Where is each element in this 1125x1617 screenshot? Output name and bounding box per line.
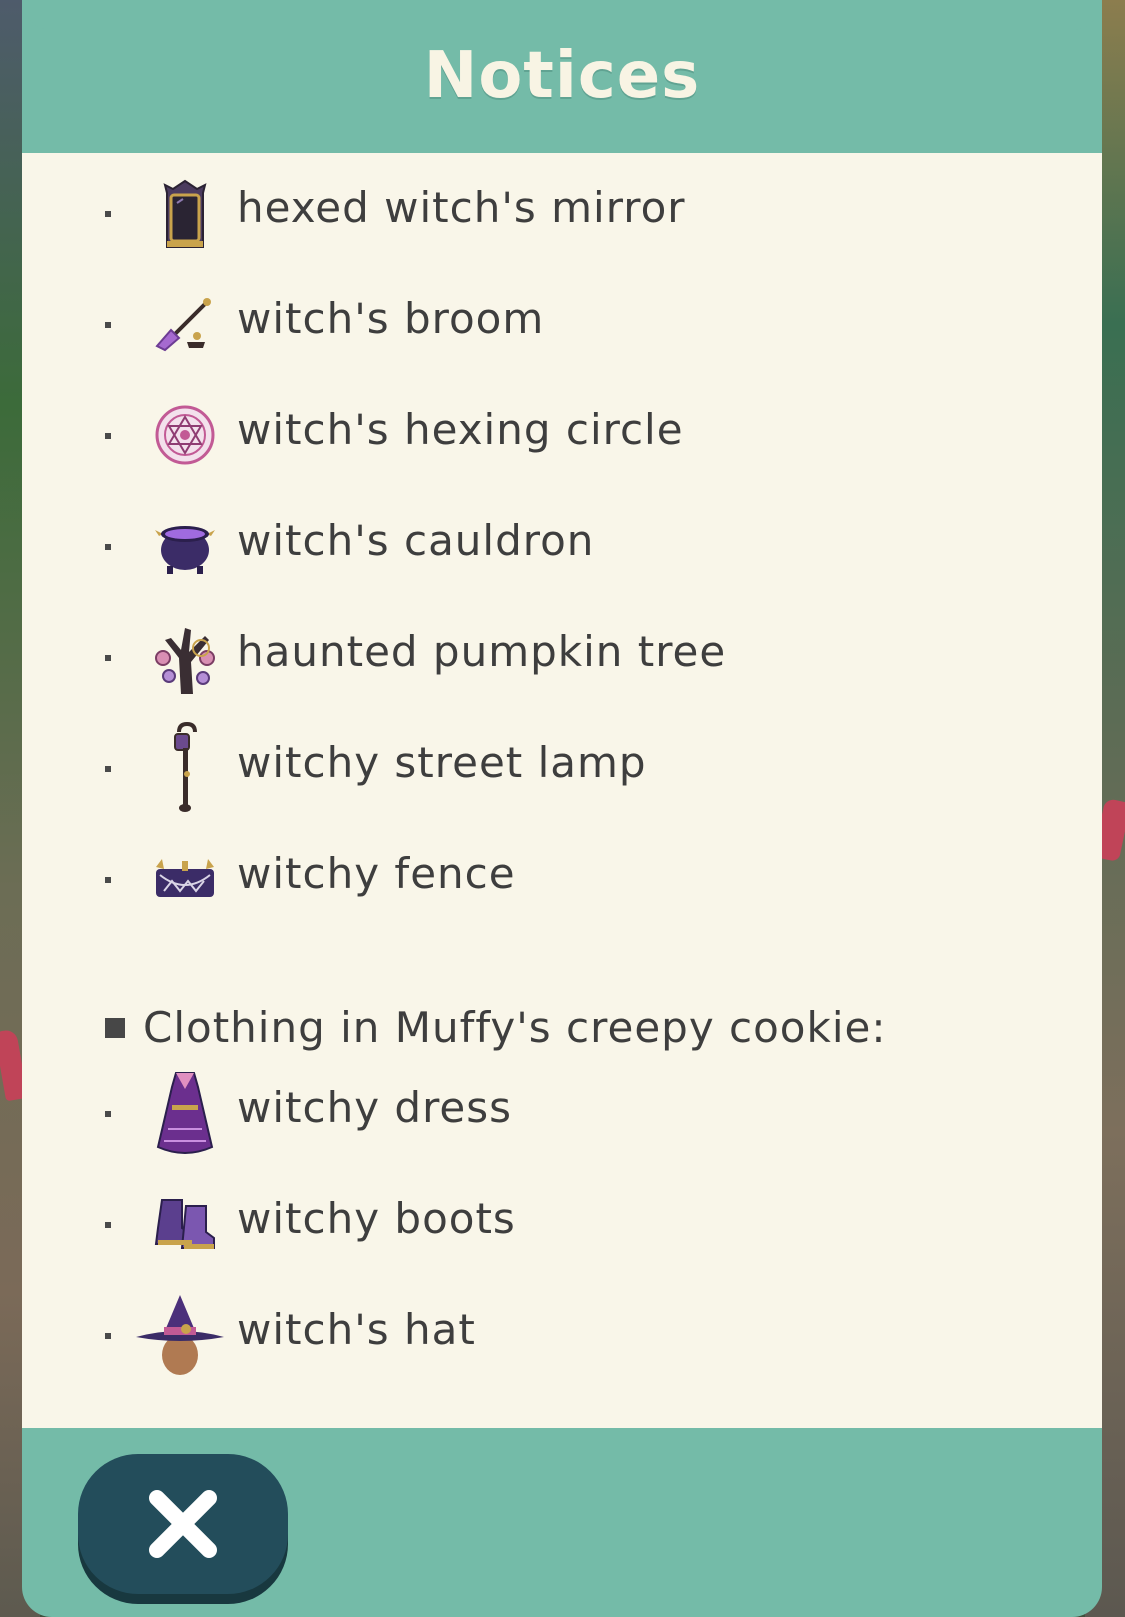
dialog-footer — [22, 1428, 1102, 1617]
witch-hat-icon — [130, 1285, 230, 1385]
bullet-dot — [105, 322, 111, 328]
mirror-icon — [140, 168, 230, 258]
bullet-dot — [105, 1222, 111, 1228]
bullet-dot — [105, 1333, 111, 1339]
bullet-dot — [105, 544, 111, 550]
boots-icon — [140, 1179, 230, 1269]
street-lamp-icon — [140, 718, 230, 818]
close-button[interactable] — [78, 1454, 288, 1594]
square-bullet — [105, 1017, 125, 1038]
bullet-dot — [105, 877, 111, 883]
hexing-circle-icon — [140, 390, 230, 480]
cauldron-icon — [140, 501, 230, 591]
item-label: witch's hat — [237, 1305, 476, 1354]
item-label: witch's cauldron — [237, 516, 595, 565]
item-label: witch's hexing circle — [237, 405, 684, 454]
item-label: witchy dress — [237, 1083, 513, 1132]
pumpkin-tree-icon — [140, 612, 230, 702]
bullet-dot — [105, 1111, 111, 1117]
notices-dialog: Notices hexed witch's mirror witch's bro… — [22, 0, 1102, 1617]
broom-icon — [140, 279, 230, 369]
item-label: witchy fence — [237, 849, 516, 898]
bullet-dot — [105, 211, 111, 217]
bullet-dot — [105, 433, 111, 439]
close-icon — [149, 1490, 217, 1558]
dress-icon — [140, 1063, 230, 1163]
bullet-dot — [105, 766, 111, 772]
section-heading-text: Clothing in Muffy's creepy cookie: — [143, 1003, 887, 1052]
dialog-header: Notices — [22, 0, 1102, 153]
section-heading: Clothing in Muffy's creepy cookie: — [105, 1003, 887, 1052]
item-label: hexed witch's mirror — [237, 183, 686, 232]
bullet-dot — [105, 655, 111, 661]
item-label: witch's broom — [237, 294, 545, 343]
notice-content[interactable]: hexed witch's mirror witch's broom witch… — [22, 153, 1102, 1428]
dialog-title: Notices — [423, 38, 701, 113]
item-label: haunted pumpkin tree — [237, 627, 727, 676]
fence-icon — [140, 834, 230, 924]
item-label: witchy street lamp — [237, 738, 647, 787]
item-label: witchy boots — [237, 1194, 516, 1243]
